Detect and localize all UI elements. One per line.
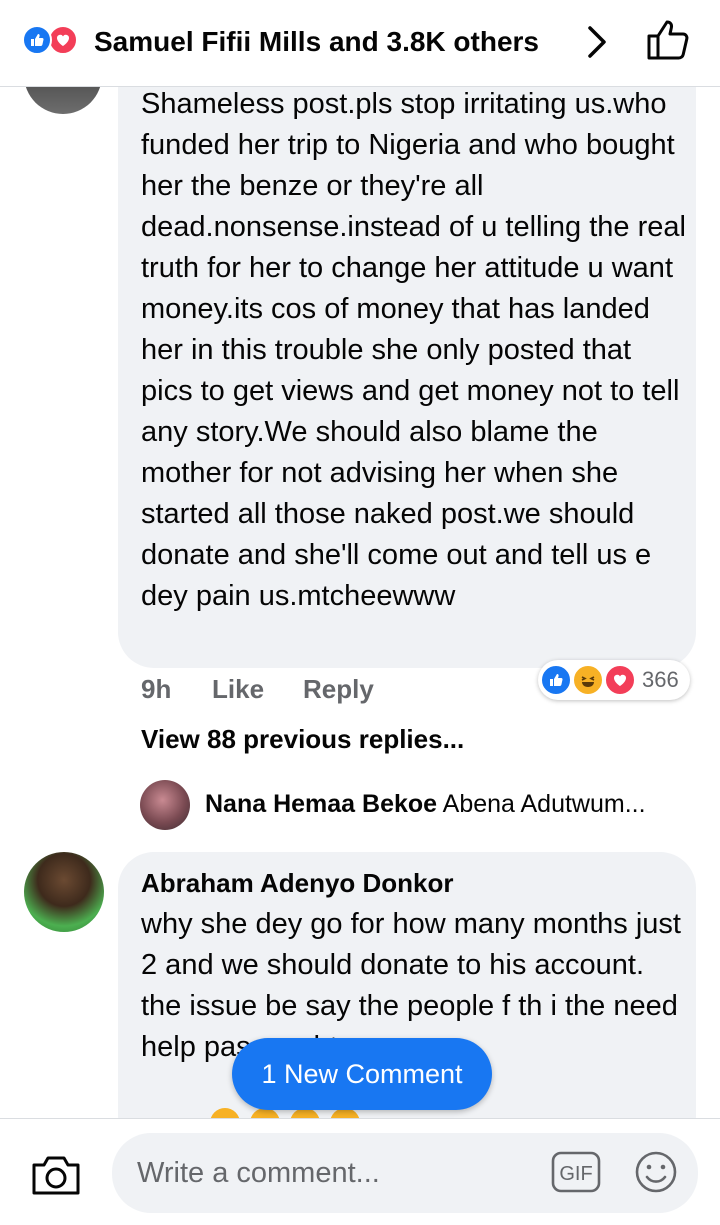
avatar[interactable] [140, 780, 190, 830]
comment-composer: Write a comment... GIF [0, 1118, 720, 1225]
chevron-right-icon[interactable] [585, 24, 611, 60]
avatar[interactable] [24, 852, 104, 932]
reply-preview[interactable]: Nana Hemaa Bekoe Abena Adutwum... [205, 790, 646, 819]
love-icon [48, 25, 78, 55]
love-icon [604, 664, 636, 696]
like-icon [540, 664, 572, 696]
svg-text:GIF: GIF [559, 1163, 592, 1185]
like-button[interactable]: Like [212, 674, 264, 705]
reaction-icons [22, 25, 86, 57]
like-icon [22, 25, 52, 55]
comment-author[interactable]: Abraham Adenyo Donkor [141, 868, 454, 899]
reaction-count: 366 [642, 667, 679, 692]
reactors-label[interactable]: Samuel Fifii Mills and 3.8K others [94, 22, 570, 62]
reply-author[interactable]: Nana Hemaa Bekoe [205, 790, 437, 818]
view-previous-replies-link[interactable]: View 88 previous replies... [141, 724, 464, 755]
camera-icon[interactable] [30, 1153, 82, 1197]
comment-text: Shameless post.pls stop irritating us.wh… [141, 88, 686, 612]
reply-snippet: Abena Adutwum... [442, 790, 646, 818]
emoji-picker-icon[interactable] [634, 1150, 678, 1194]
reaction-summary[interactable]: 366 [538, 660, 690, 700]
thumbs-up-icon[interactable] [645, 18, 693, 62]
comment-time: 9h [141, 674, 172, 704]
haha-icon [572, 664, 604, 696]
reactions-header[interactable]: Samuel Fifii Mills and 3.8K others [0, 0, 720, 87]
new-comment-button[interactable]: 1 New Comment [232, 1038, 492, 1110]
reply-button[interactable]: Reply [303, 674, 374, 705]
comment-placeholder: Write a comment... [137, 1157, 380, 1189]
gif-icon[interactable]: GIF [551, 1151, 601, 1193]
